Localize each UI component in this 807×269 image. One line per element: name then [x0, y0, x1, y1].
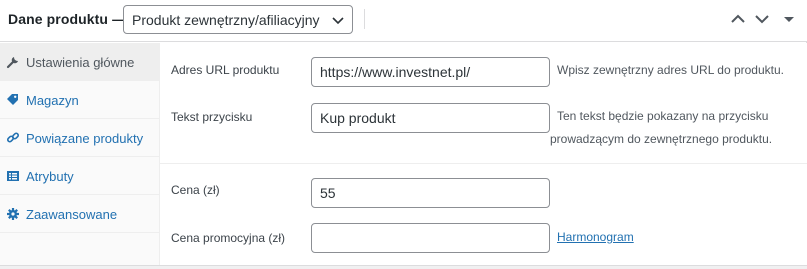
button-text-label: Tekst przycisku: [171, 110, 253, 124]
button-text-input[interactable]: [311, 103, 550, 133]
tab-linked-products[interactable]: Powiązane produkty: [0, 119, 159, 157]
tab-general[interactable]: Ustawienia główne: [0, 43, 159, 81]
tab-inventory-label: Magazyn: [26, 93, 79, 108]
panel-header: Dane produktu — Produkt zewnętrzny/afili…: [0, 0, 807, 42]
sale-price-input[interactable]: [311, 223, 550, 253]
options-group-divider: [160, 163, 807, 164]
gear-icon: [7, 208, 19, 220]
product-data-tabs: Ustawienia główne Magazyn Powiązane prod…: [0, 43, 160, 269]
sale-price-label: Cena promocyjna (zł): [171, 231, 286, 245]
tab-attributes-label: Atrybuty: [26, 169, 74, 184]
button-text-help-line2: prowadzącym do zewnętrznego produktu.: [550, 132, 773, 146]
tab-general-label: Ustawienia główne: [26, 55, 135, 70]
schedule-link[interactable]: Harmonogram: [557, 230, 634, 244]
tab-inventory[interactable]: Magazyn: [0, 81, 159, 119]
product-url-help: Wpisz zewnętrzny adres URL do produktu.: [557, 63, 784, 77]
header-divider: [364, 9, 365, 29]
product-url-input[interactable]: [311, 57, 550, 87]
regular-price-label: Cena (zł): [171, 183, 220, 197]
regular-price-input[interactable]: [311, 178, 550, 208]
product-type-value: Produkt zewnętrzny/afiliacyjny: [132, 12, 320, 28]
toggle-panel-icon[interactable]: [781, 11, 797, 27]
wrench-icon: [6, 57, 18, 69]
tab-advanced[interactable]: Zaawansowane: [0, 195, 159, 233]
tab-linked-products-label: Powiązane produkty: [26, 131, 144, 146]
list-icon: [7, 171, 19, 181]
tag-icon: [7, 94, 18, 105]
link-icon: [6, 132, 20, 143]
move-down-icon[interactable]: [754, 11, 770, 27]
button-text-help-line1: Ten tekst będzie pokazany na przycisku: [557, 109, 769, 123]
chevron-down-icon: [332, 17, 344, 25]
panel-bottom-edge: [0, 265, 807, 269]
product-url-label: Adres URL produktu: [171, 63, 280, 77]
panel-title: Dane produktu —: [8, 11, 127, 27]
move-up-icon[interactable]: [730, 11, 746, 27]
tab-advanced-label: Zaawansowane: [26, 207, 118, 222]
tab-attributes[interactable]: Atrybuty: [0, 157, 159, 195]
product-type-select[interactable]: Produkt zewnętrzny/afiliacyjny: [123, 5, 353, 34]
